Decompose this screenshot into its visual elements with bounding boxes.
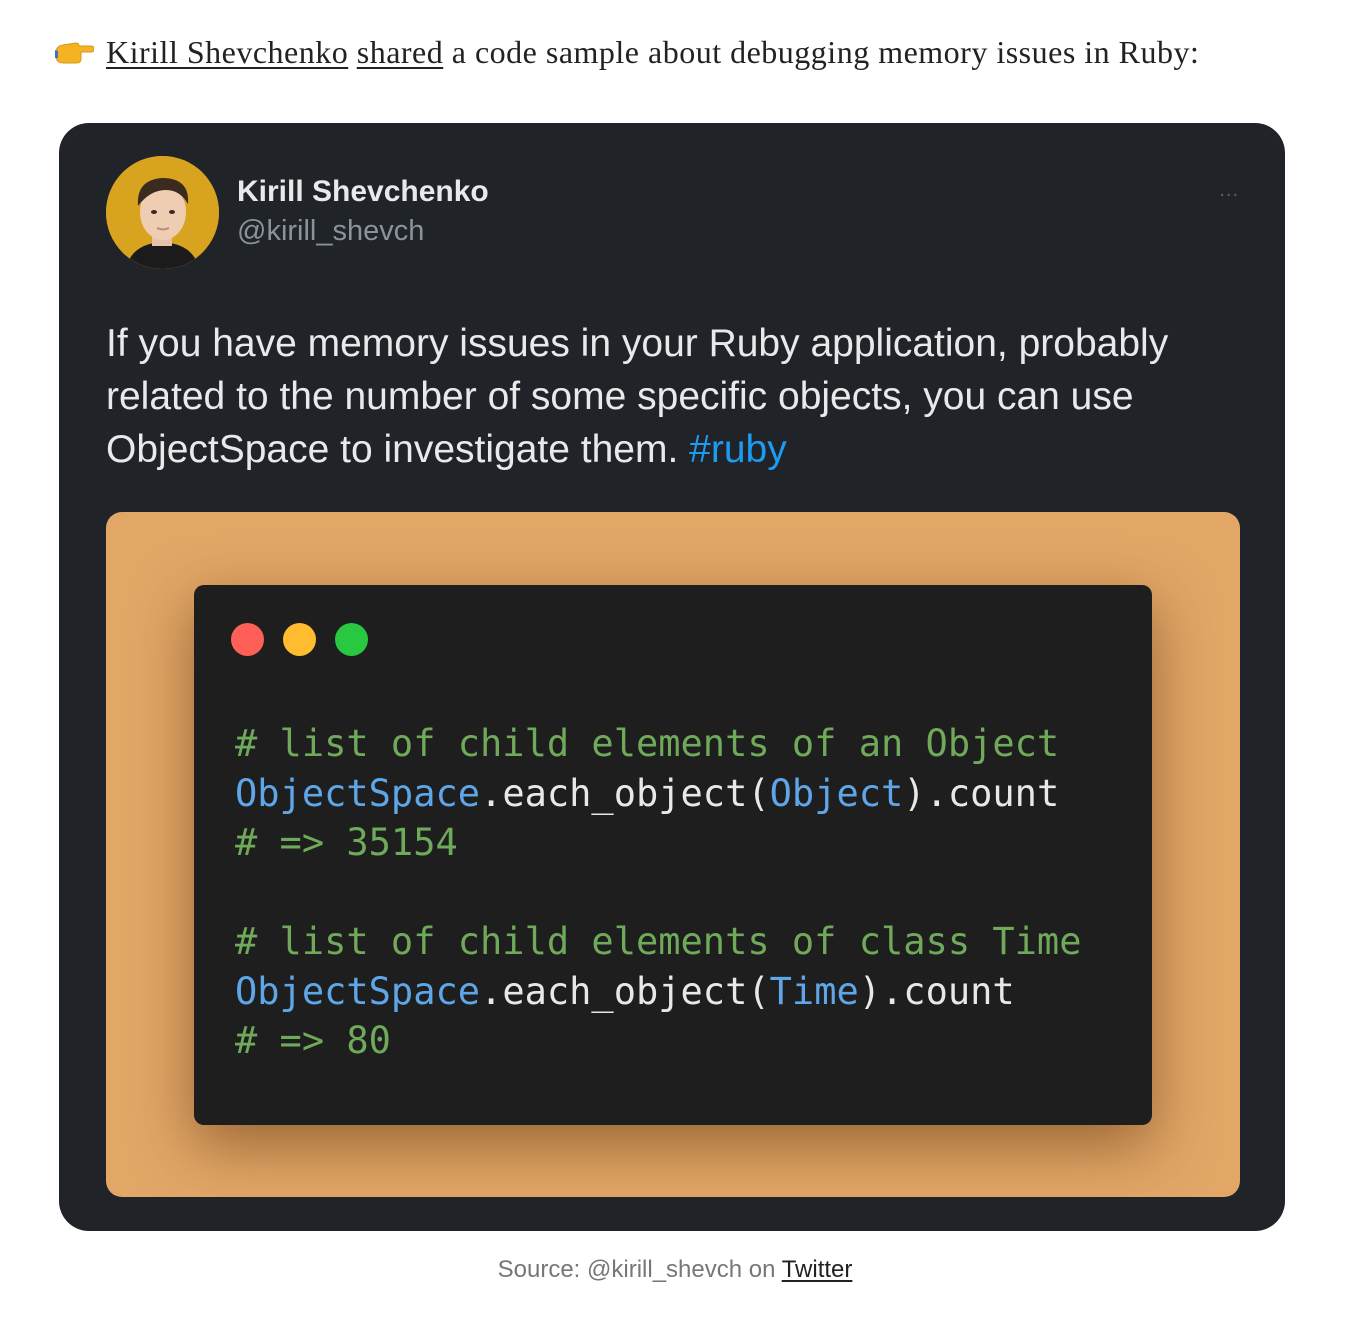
code-text: .each_object(	[480, 969, 770, 1013]
code-comment: # list of child elements of class Time	[235, 920, 1082, 963]
intro-line: Kirill Shevchenko shared a code sample a…	[54, 34, 1314, 73]
image-caption: Source: @kirill_shevch on Twitter	[0, 1256, 1350, 1284]
code-line: ObjectSpace.each_object(Time).count	[235, 967, 1081, 1017]
code-comment: # => 35154	[235, 821, 458, 864]
minimize-dot-icon	[283, 623, 316, 656]
maximize-dot-icon	[335, 623, 368, 656]
code-line: ObjectSpace.each_object(Object).count	[235, 769, 1081, 819]
tweet-text: If you have memory issues in your Ruby a…	[106, 317, 1226, 476]
more-options-icon[interactable]: ...	[1219, 179, 1239, 202]
tweet-image[interactable]: # list of child elements of an Object Obj…	[106, 512, 1240, 1197]
code-class-name: Object	[769, 771, 904, 815]
author-name[interactable]: Kirill Shevchenko	[237, 175, 489, 209]
caption-prefix: Source: @kirill_shevch on	[497, 1256, 776, 1283]
author-link[interactable]: Kirill Shevchenko	[106, 34, 348, 70]
code-comment: # => 80	[235, 1019, 391, 1062]
code-class-name: Time	[769, 969, 859, 1013]
code-line: # list of child elements of an Object	[235, 719, 1081, 769]
author-handle[interactable]: @kirill_shevch	[237, 215, 424, 248]
twitter-link[interactable]: Twitter	[782, 1256, 853, 1283]
code-text: ).count	[858, 969, 1015, 1013]
code-class-name: ObjectSpace	[235, 969, 481, 1013]
code-block: # list of child elements of an Object Obj…	[235, 719, 1081, 1066]
pointing-hand-icon	[54, 36, 95, 73]
code-line: # list of child elements of class Time	[235, 917, 1081, 967]
hashtag-link[interactable]: #ruby	[689, 428, 787, 471]
code-comment: # list of child elements of an Object	[235, 722, 1060, 765]
code-text: ).count	[903, 771, 1060, 815]
tweet-body: If you have memory issues in your Ruby a…	[106, 322, 1169, 471]
code-line: # => 35154	[235, 818, 1081, 868]
code-class-name: ObjectSpace	[235, 771, 481, 815]
tweet-card[interactable]: Kirill Shevchenko @kirill_shevch ... If …	[59, 123, 1285, 1231]
code-window: # list of child elements of an Object Obj…	[194, 585, 1152, 1125]
shared-link[interactable]: shared	[357, 34, 444, 70]
avatar[interactable]	[106, 156, 219, 269]
code-text: .each_object(	[480, 771, 770, 815]
intro-text: a code sample about debugging memory iss…	[451, 34, 1200, 70]
close-dot-icon	[231, 623, 264, 656]
code-line: # => 80	[235, 1016, 1081, 1066]
